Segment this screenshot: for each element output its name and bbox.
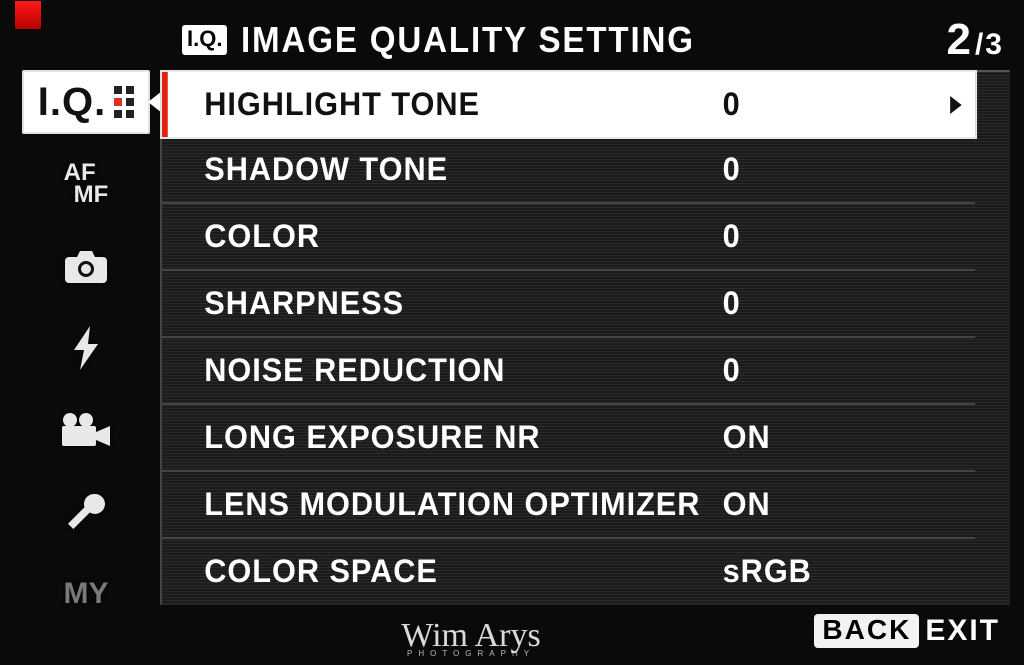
menu-item-noise-reduction[interactable]: NOISE REDUCTION 0 [162, 338, 975, 405]
setting-label: NOISE REDUCTION [204, 352, 722, 389]
menu-item-color-space[interactable]: COLOR SPACE sRGB [162, 539, 975, 604]
sidebar-item-iq[interactable]: I.Q. [22, 70, 150, 134]
sidebar-item-afmf[interactable]: AFMF [22, 152, 150, 216]
flash-icon [70, 326, 102, 370]
movie-icon [60, 412, 112, 448]
footer-bar: BACK EXIT [160, 605, 1010, 653]
page-current: 2 [946, 15, 972, 65]
setting-label: HIGHLIGHT TONE [204, 86, 722, 123]
sidebar-item-shooting[interactable] [22, 234, 150, 298]
chevron-right-icon [950, 96, 962, 114]
menu-header: I.Q. IMAGE QUALITY SETTING 2 /3 [160, 10, 1010, 70]
setting-value: 0 [723, 218, 741, 255]
menu-item-sharpness[interactable]: SHARPNESS 0 [162, 271, 975, 338]
menu-item-shadow-tone[interactable]: SHADOW TONE 0 [162, 137, 975, 204]
sidebar-item-setup[interactable] [22, 480, 150, 544]
setting-label: SHADOW TONE [204, 151, 722, 188]
menu-item-lens-modulation-optimizer[interactable]: LENS MODULATION OPTIMIZER ON [162, 472, 975, 539]
camera-menu-screen: I.Q. AFMF [0, 0, 1024, 665]
menu-item-highlight-tone[interactable]: HIGHLIGHT TONE 0 [162, 72, 975, 137]
main-panel: I.Q. IMAGE QUALITY SETTING 2 /3 HIGHLIGH… [160, 10, 1010, 653]
page-title: IMAGE QUALITY SETTING [241, 19, 695, 61]
category-sidebar: I.Q. AFMF [12, 10, 160, 653]
page-indicator: 2 /3 [946, 15, 1004, 65]
setting-label: LENS MODULATION OPTIMIZER [204, 486, 722, 523]
setting-label: COLOR SPACE [204, 553, 722, 590]
grid-icon [114, 86, 134, 118]
menu-item-color[interactable]: COLOR 0 [162, 204, 975, 271]
exit-label: EXIT [925, 614, 1000, 648]
setting-value: sRGB [723, 553, 812, 590]
setting-value: ON [723, 486, 771, 523]
setting-value: 0 [723, 285, 741, 322]
afmf-icon: AFMF [64, 162, 109, 205]
my-menu-icon: MY [64, 577, 109, 611]
wrench-icon [64, 490, 108, 534]
sidebar-item-movie[interactable] [22, 398, 150, 462]
setting-value: 0 [723, 151, 741, 188]
header-iq-badge: I.Q. [182, 25, 227, 55]
setting-label: COLOR [204, 218, 722, 255]
setting-value: 0 [723, 86, 741, 123]
page-total: /3 [975, 28, 1004, 62]
settings-list: HIGHLIGHT TONE 0 SHADOW TONE 0 COLOR 0 S… [160, 70, 1010, 605]
back-button[interactable]: BACK [814, 614, 919, 648]
setting-value: ON [723, 419, 771, 456]
sidebar-item-flash[interactable] [22, 316, 150, 380]
camera-icon [63, 247, 109, 285]
setting-value: 0 [723, 352, 741, 389]
sidebar-accent [14, 0, 42, 30]
menu-item-long-exposure-nr[interactable]: LONG EXPOSURE NR ON [162, 405, 975, 472]
sidebar-items: I.Q. AFMF [12, 70, 160, 626]
setting-label: SHARPNESS [204, 285, 722, 322]
setting-label: LONG EXPOSURE NR [204, 419, 722, 456]
sidebar-item-my[interactable]: MY [22, 562, 150, 626]
iq-icon: I.Q. [38, 80, 134, 125]
iq-label: I.Q. [38, 80, 106, 125]
